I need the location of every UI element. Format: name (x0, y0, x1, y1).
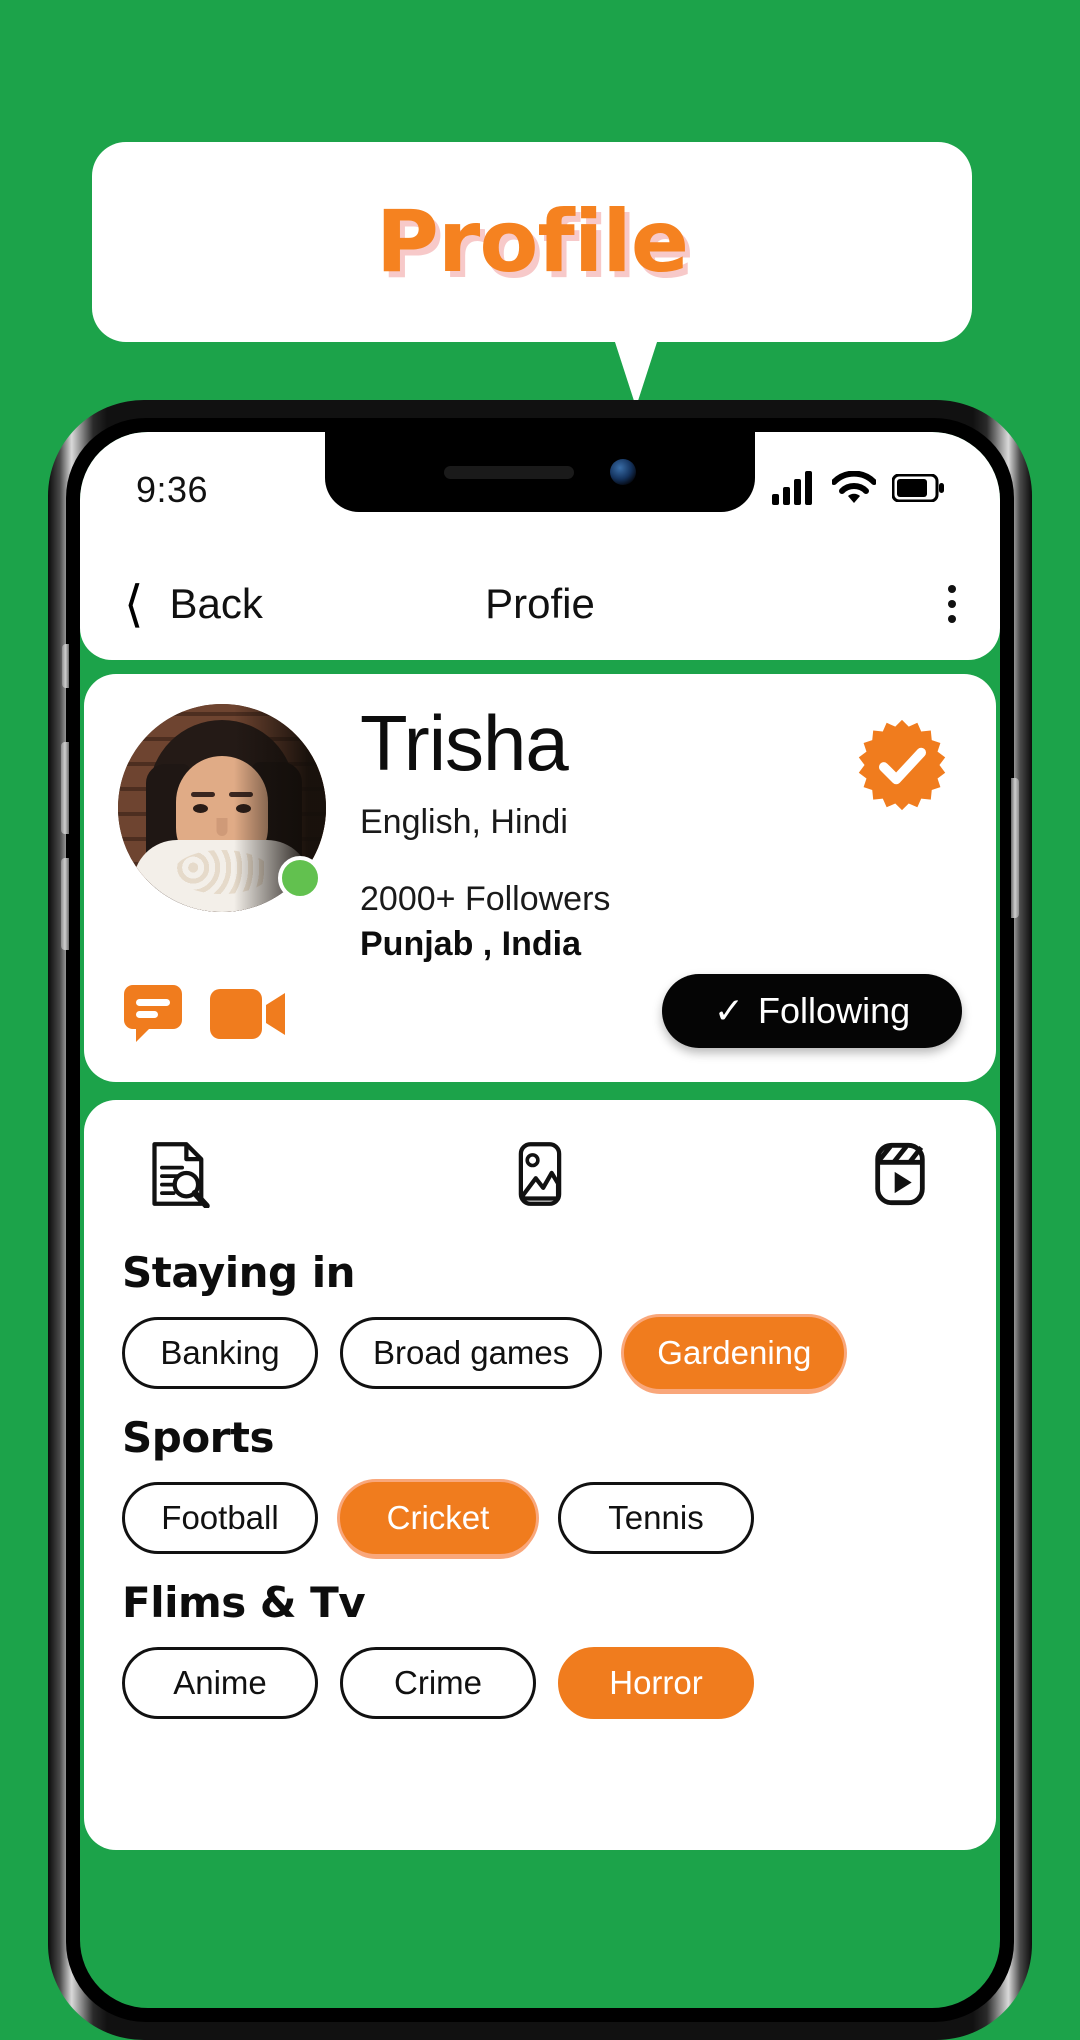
section-title: Flims & Tv (122, 1577, 366, 1627)
avatar-wrapper[interactable] (118, 704, 326, 912)
status-bar: 9:36 (80, 432, 1000, 548)
section-films-tv: Flims & Tv Anime Crime Horror (122, 1578, 958, 1719)
tab-reels[interactable] (866, 1140, 934, 1208)
more-vertical-icon[interactable] (948, 585, 956, 623)
phone-bezel: 9:36 ⟨ Back Profie Trisha English, Hindi… (61, 418, 1019, 2022)
volume-down-button[interactable] (61, 858, 69, 950)
video-call-button[interactable] (210, 988, 286, 1044)
verified-badge-icon (854, 718, 950, 814)
section-title: Sports (122, 1412, 274, 1462)
back-button-label: Back (169, 580, 263, 627)
status-icons (772, 470, 944, 510)
navigation-bar: ⟨ Back Profie (80, 548, 1000, 660)
signal-bars-icon (772, 470, 816, 510)
status-time: 9:36 (136, 469, 209, 510)
wifi-icon (831, 470, 877, 510)
banner-pointer-tail (614, 339, 658, 407)
earpiece-speaker (444, 465, 574, 479)
chip-football[interactable]: Football (122, 1481, 318, 1554)
chip-row: Banking Broad games Gardening (122, 1316, 958, 1389)
content-card: Staying in Banking Broad games Gardening… (84, 1099, 996, 1850)
chip-banking[interactable]: Banking (122, 1316, 318, 1389)
section-staying-in: Staying in Banking Broad games Gardening (122, 1248, 958, 1389)
profile-top-row: Trisha English, Hindi 2000+ Followers Pu… (118, 704, 962, 964)
tab-bar (122, 1134, 958, 1208)
phone-device-frame: 9:36 ⟨ Back Profie Trisha English, Hindi… (48, 400, 1032, 2040)
chip-anime[interactable]: Anime (122, 1646, 318, 1719)
chip-row: Football Cricket Tennis (122, 1481, 958, 1554)
section-sports: Sports Football Cricket Tennis (122, 1413, 958, 1554)
phone-screen: 9:36 ⟨ Back Profie Trisha English, Hindi… (80, 432, 1000, 2008)
chip-horror[interactable]: Horror (558, 1646, 754, 1719)
reels-play-icon (875, 1142, 925, 1205)
chip-cricket[interactable]: Cricket (340, 1481, 536, 1554)
profile-card: Trisha English, Hindi 2000+ Followers Pu… (84, 674, 996, 1082)
contact-actions (118, 984, 286, 1048)
page-title-banner: Profile (92, 142, 972, 342)
following-button-label: Following (758, 989, 911, 1031)
check-icon: ✓ (713, 989, 745, 1031)
section-title: Staying in (122, 1247, 356, 1297)
photo-icon (518, 1142, 562, 1206)
chip-broad-games[interactable]: Broad games (340, 1316, 603, 1389)
chip-crime[interactable]: Crime (340, 1646, 536, 1719)
profile-bottom-row: ✓ Following (118, 973, 962, 1048)
chevron-left-icon: ⟨ (124, 576, 144, 632)
video-call-icon (210, 988, 285, 1039)
tab-about[interactable] (146, 1140, 214, 1208)
phone-notch (325, 432, 755, 512)
chip-row: Anime Crime Horror (122, 1646, 958, 1719)
tab-photos[interactable] (506, 1140, 574, 1208)
volume-up-button[interactable] (61, 742, 69, 834)
page-title: Profile (375, 192, 689, 292)
back-button[interactable]: ⟨ Back (124, 579, 263, 629)
battery-icon (891, 473, 944, 507)
document-search-icon (152, 1142, 210, 1208)
online-dot-icon (278, 856, 322, 900)
chip-gardening[interactable]: Gardening (624, 1316, 845, 1389)
profile-location: Punjab , India (360, 924, 582, 963)
chat-button[interactable] (124, 984, 186, 1048)
silent-switch[interactable] (62, 644, 69, 688)
front-camera-icon (610, 459, 636, 485)
power-button[interactable] (1011, 778, 1019, 918)
following-button[interactable]: ✓ Following (662, 973, 962, 1048)
profile-followers-count: 2000+ Followers (360, 879, 611, 918)
chip-tennis[interactable]: Tennis (558, 1481, 754, 1554)
chat-icon (124, 984, 182, 1042)
